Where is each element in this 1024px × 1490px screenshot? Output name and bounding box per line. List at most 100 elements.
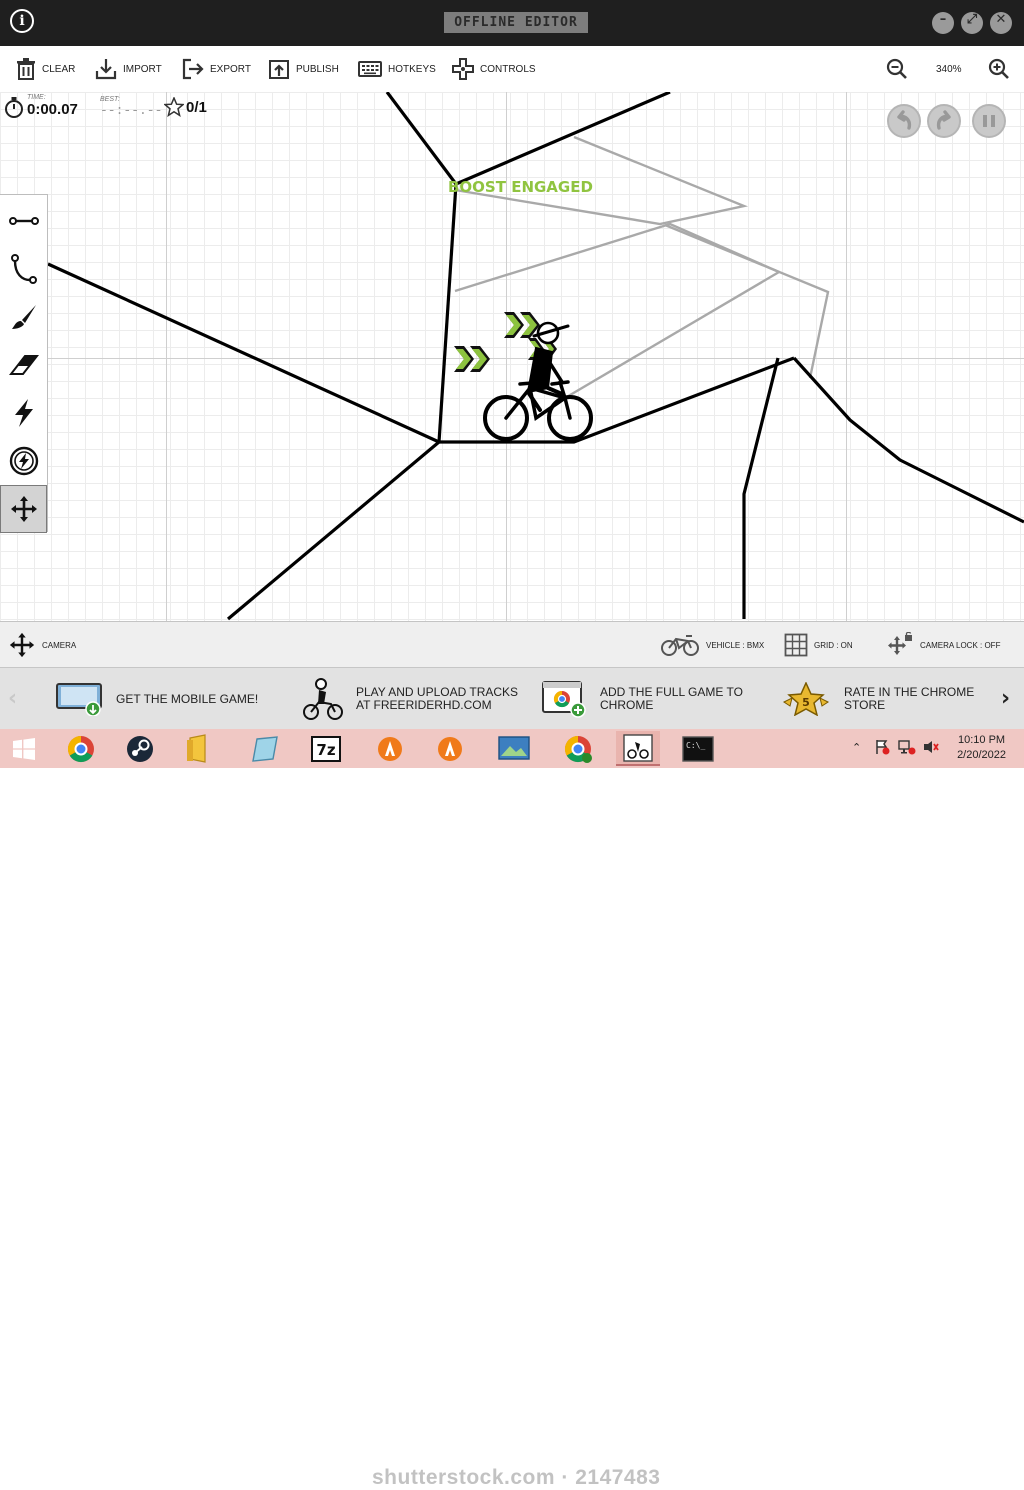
- 7zip-taskbar-icon[interactable]: 7z: [304, 731, 348, 766]
- redo-button[interactable]: [927, 104, 961, 138]
- svg-text:7z: 7z: [316, 741, 335, 759]
- controls-label: CONTROLS: [480, 63, 536, 75]
- redo-icon: [936, 110, 951, 130]
- camera-status[interactable]: CAMERA: [8, 622, 76, 668]
- chevron-left-icon[interactable]: ‹: [8, 686, 17, 711]
- undo-icon: [897, 110, 912, 130]
- stars-value: 0/1: [186, 98, 207, 116]
- import-label: IMPORT: [123, 63, 162, 75]
- export-button[interactable]: EXPORT: [182, 46, 251, 92]
- grid-label: GRID : ON: [814, 640, 853, 650]
- bike-rider-icon: [623, 733, 653, 762]
- camera-label: CAMERA: [42, 640, 77, 650]
- clear-button[interactable]: CLEAR: [16, 46, 75, 92]
- undo-button[interactable]: [887, 104, 921, 138]
- chrome-taskbar-icon[interactable]: [59, 731, 103, 766]
- start-button[interactable]: [2, 731, 46, 766]
- eraser-tool[interactable]: [0, 341, 47, 389]
- photos-icon: [498, 735, 530, 760]
- zoom-out-button[interactable]: [886, 46, 908, 92]
- promo-chrome-text: ADD THE FULL GAME TO CHROME: [600, 685, 743, 712]
- bike-rider-icon: [303, 678, 343, 720]
- free-rider-taskbar-icon[interactable]: [616, 731, 660, 766]
- svg-text:C:\_: C:\_: [686, 741, 705, 750]
- clear-label: CLEAR: [42, 63, 76, 75]
- chrome-icon: [67, 735, 94, 762]
- window-title: OFFLINE EDITOR: [444, 12, 588, 33]
- info-icon[interactable]: i: [10, 9, 34, 33]
- straight-line-tool[interactable]: [0, 197, 47, 245]
- pause-button[interactable]: [972, 104, 1006, 138]
- gravity-tool[interactable]: [0, 437, 47, 485]
- brush-tool[interactable]: [0, 293, 47, 341]
- maximize-button[interactable]: ⤢: [961, 12, 983, 34]
- promo-bar: ‹ GET THE MOBILE GAME! PLAY AND UPLOAD T…: [0, 667, 1024, 730]
- tool-panel: [0, 194, 48, 533]
- windows-taskbar: 7z C:\_ shutterstock.com · 2147483 ⌃ 10:…: [0, 729, 1024, 1489]
- steam-taskbar-icon[interactable]: [118, 731, 162, 766]
- grid-status[interactable]: GRID : ON: [784, 622, 853, 668]
- track-canvas[interactable]: [0, 92, 1024, 621]
- trash-icon: [17, 58, 35, 80]
- file-explorer-taskbar-icon[interactable]: [176, 731, 220, 766]
- scenery-lines: [454, 135, 830, 400]
- controls-button[interactable]: CONTROLS: [452, 46, 536, 92]
- 7zip-icon: 7z: [311, 735, 341, 762]
- action-center-icon: [876, 740, 890, 755]
- zoom-in-icon: [988, 58, 1009, 79]
- move-icon: [10, 496, 37, 522]
- chevron-right-icon[interactable]: ›: [1001, 686, 1010, 711]
- vehicle-status[interactable]: VEHICLE : BMX: [660, 622, 764, 668]
- promo-freeriderhd-text: PLAY AND UPLOAD TRACKS AT FREERIDERHD.CO…: [356, 685, 519, 712]
- network-icon[interactable]: [898, 739, 916, 758]
- taskbar-clock[interactable]: 10:10 PM 2/20/2022: [957, 733, 1006, 763]
- move-icon: [9, 632, 35, 658]
- time-value: 0:00.07: [27, 101, 78, 118]
- camera-lock-status[interactable]: CAMERA LOCK : OFF: [886, 622, 1000, 668]
- best-label: BEST:: [100, 96, 120, 103]
- lightning-icon: [14, 399, 33, 427]
- curve-tool[interactable]: [0, 245, 47, 293]
- avast-taskbar-icon[interactable]: [368, 731, 412, 766]
- notepad-icon: [252, 735, 278, 762]
- camera-move-tool[interactable]: [0, 485, 47, 533]
- volume-icon[interactable]: [922, 739, 940, 758]
- editor-toolbar: CLEAR IMPORT EXPORT PUBLISH HOTKEYS CONT…: [0, 46, 1024, 93]
- photos-taskbar-icon[interactable]: [492, 731, 536, 766]
- import-button[interactable]: IMPORT: [95, 46, 162, 92]
- minimize-button[interactable]: –: [932, 12, 954, 34]
- export-icon: [182, 58, 204, 80]
- terminal-icon: C:\_: [682, 735, 714, 762]
- hotkeys-button[interactable]: HOTKEYS: [358, 46, 436, 92]
- boost-tool[interactable]: [0, 389, 47, 437]
- terminal-taskbar-icon[interactable]: C:\_: [676, 731, 720, 766]
- watermark: shutterstock.com · 2147483: [372, 1466, 661, 1489]
- zoom-in-button[interactable]: [988, 46, 1010, 92]
- mobile-game-icon: [56, 683, 102, 716]
- best-value: --:--.--: [100, 103, 163, 118]
- steam-icon: [127, 735, 153, 762]
- promo-mobile-game[interactable]: GET THE MOBILE GAME!: [56, 668, 258, 730]
- orange-app-icon: [378, 736, 402, 761]
- curve-icon: [10, 254, 37, 284]
- promo-rate-text: RATE IN THE CHROME STORE: [844, 685, 975, 712]
- brush-icon: [11, 305, 36, 329]
- time-label: TIME:: [27, 94, 46, 101]
- promo-freeriderhd[interactable]: PLAY AND UPLOAD TRACKS AT FREERIDERHD.CO…: [302, 668, 518, 730]
- publish-label: PUBLISH: [296, 63, 339, 75]
- chrome-profile-taskbar-icon[interactable]: [556, 731, 600, 766]
- app-taskbar-icon[interactable]: [244, 731, 288, 766]
- publish-button[interactable]: PUBLISH: [268, 46, 339, 92]
- chevron-up-icon[interactable]: ⌃: [852, 741, 861, 754]
- close-button[interactable]: ✕: [990, 12, 1012, 34]
- clock-date: 2/20/2022: [957, 749, 1006, 761]
- orange-app-icon: [438, 736, 462, 761]
- grid-icon: [784, 633, 808, 657]
- windows-icon: [13, 737, 35, 760]
- pause-icon: [983, 115, 995, 127]
- promo-chrome-game[interactable]: ADD THE FULL GAME TO CHROME: [542, 668, 743, 730]
- avast-secondary-taskbar-icon[interactable]: [428, 731, 472, 766]
- zoom-out-icon: [886, 58, 907, 79]
- promo-rate[interactable]: 5 RATE IN THE CHROME STORE: [780, 668, 974, 730]
- flag-icon[interactable]: [874, 739, 890, 758]
